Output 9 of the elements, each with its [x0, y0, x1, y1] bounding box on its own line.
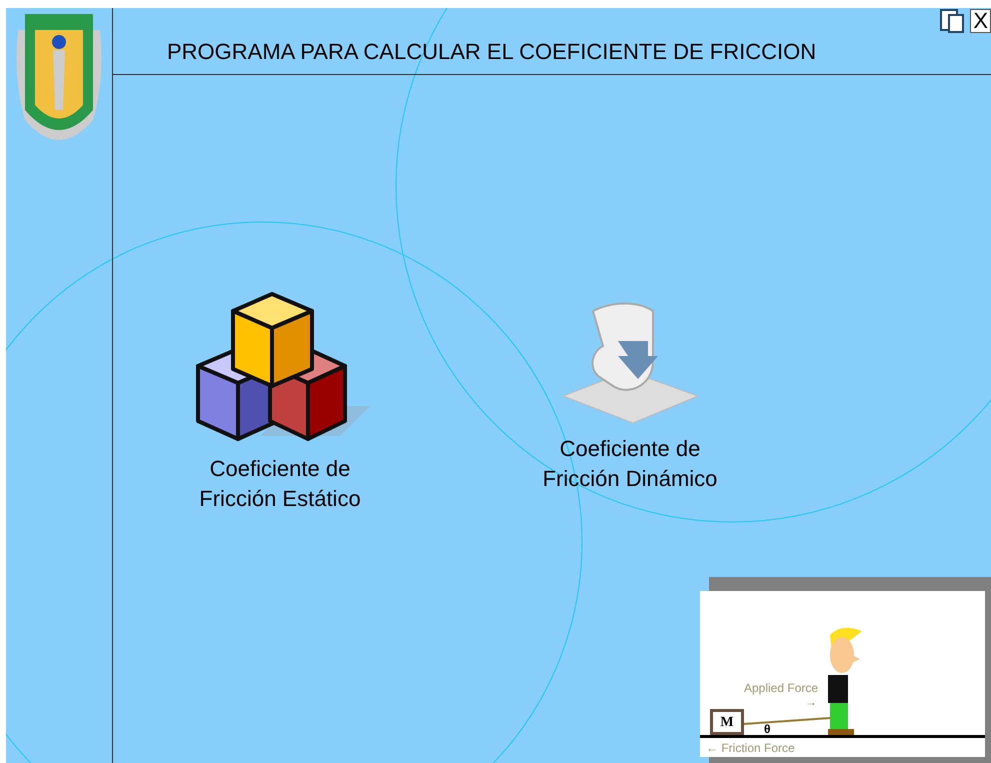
option-label[interactable]: Coeficiente de Fricción Estático	[199, 454, 361, 514]
mass-label: M	[710, 709, 744, 735]
applied-force-label: Applied Force	[744, 680, 818, 697]
angle-symbol: θ	[764, 721, 770, 738]
option-label[interactable]: Coeficiente de Fricción Dinámico	[542, 434, 718, 494]
friction-force-label: ← Friction Force	[706, 740, 795, 757]
close-button[interactable]: X	[970, 9, 991, 33]
arrow-label: →	[805, 694, 817, 711]
window-title: PROGRAMA PARA CALCULAR EL COEFICIENTE DE FRICCION	[167, 38, 816, 66]
